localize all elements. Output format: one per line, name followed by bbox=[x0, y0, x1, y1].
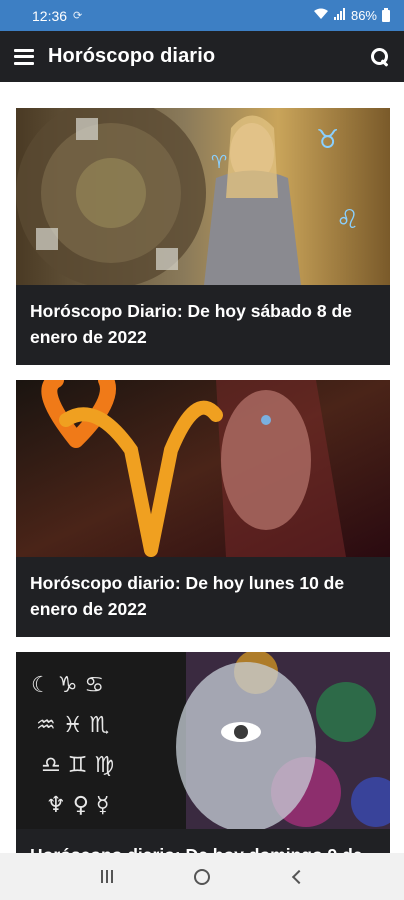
svg-text:♆ ♀ ☿: ♆ ♀ ☿ bbox=[46, 793, 109, 818]
status-right: 86% bbox=[313, 7, 390, 23]
svg-text:♌: ♌ bbox=[336, 205, 359, 235]
status-bar: 12:36 ⟳ 86% bbox=[0, 0, 404, 31]
back-button[interactable] bbox=[282, 862, 312, 892]
battery-icon bbox=[382, 7, 390, 22]
article-image: ☾ ♑ ♋ ♒ ♓ ♏ ♎ ♊ ♍ ♆ ♀ ☿ bbox=[16, 652, 390, 829]
article-card[interactable]: ♉ ♌ ♈ Horóscopo Diario: De hoy sábado 8 … bbox=[16, 108, 390, 365]
article-image: ♉ ♌ ♈ bbox=[16, 108, 390, 285]
recents-icon bbox=[101, 870, 114, 883]
svg-text:☾ ♑ ♋: ☾ ♑ ♋ bbox=[31, 673, 104, 698]
article-image bbox=[16, 380, 390, 557]
signal-icon bbox=[333, 8, 346, 23]
hamburger-menu-icon[interactable] bbox=[14, 48, 34, 65]
home-icon bbox=[193, 868, 210, 885]
article-title[interactable]: Horóscopo diario: De hoy lunes 10 de ene… bbox=[16, 557, 390, 637]
svg-text:♈: ♈ bbox=[211, 152, 227, 173]
sync-icon: ⟳ bbox=[73, 10, 83, 22]
system-nav-bar bbox=[0, 853, 404, 900]
wifi-icon bbox=[313, 8, 329, 23]
article-card[interactable]: Horóscopo diario: De hoy lunes 10 de ene… bbox=[16, 380, 390, 637]
article-title[interactable]: Horóscopo Diario: De hoy sábado 8 de ene… bbox=[16, 285, 390, 365]
status-time: 12:36 bbox=[32, 7, 68, 24]
svg-text:♉: ♉ bbox=[316, 125, 339, 155]
article-feed[interactable]: ♉ ♌ ♈ Horóscopo Diario: De hoy sábado 8 … bbox=[0, 82, 404, 853]
svg-text:♎ ♊ ♍: ♎ ♊ ♍ bbox=[41, 753, 114, 778]
battery-percent: 86% bbox=[350, 8, 377, 23]
home-button[interactable] bbox=[187, 862, 217, 892]
app-title: Horóscopo diario bbox=[48, 45, 216, 67]
search-icon[interactable] bbox=[370, 47, 390, 67]
article-title[interactable]: Horóscopo diario: De hoy domingo 9 de en… bbox=[16, 829, 390, 853]
svg-text:♒ ♓ ♏: ♒ ♓ ♏ bbox=[36, 713, 109, 738]
article-card[interactable]: ☾ ♑ ♋ ♒ ♓ ♏ ♎ ♊ ♍ ♆ ♀ ☿ Horóscopo diario… bbox=[16, 652, 390, 853]
app-bar: Horóscopo diario bbox=[0, 31, 404, 82]
back-icon bbox=[291, 869, 306, 884]
recents-button[interactable] bbox=[92, 862, 122, 892]
